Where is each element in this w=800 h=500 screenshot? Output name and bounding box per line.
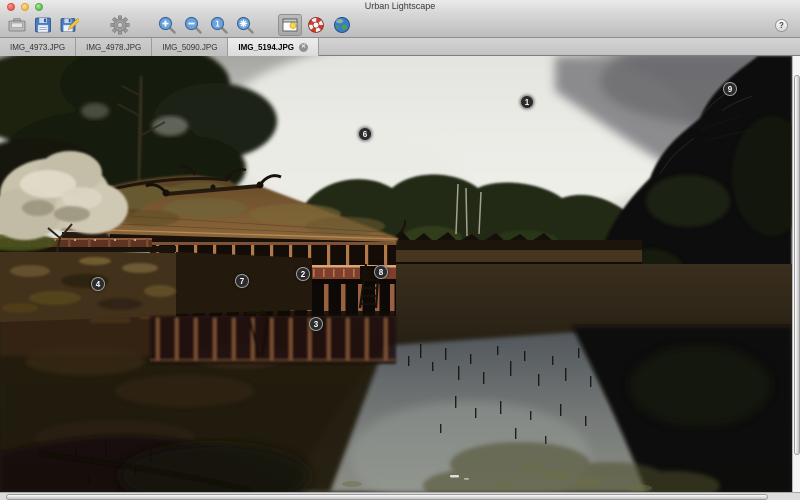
horizontal-scrollbar[interactable]	[0, 492, 800, 500]
tab-label: IMG_4973.JPG	[10, 39, 65, 56]
settings-button[interactable]	[108, 14, 132, 36]
zoom-in-button[interactable]	[155, 14, 179, 36]
zoom-fit-icon	[235, 15, 255, 35]
preview-toggle-button[interactable]	[278, 14, 302, 36]
website-button[interactable]	[330, 14, 354, 36]
settings-gear-icon	[110, 15, 130, 35]
zoom-actual-size-icon: 1	[209, 15, 229, 35]
tab-img_4973-jpg[interactable]: IMG_4973.JPG	[0, 38, 76, 56]
control-point-6[interactable]: 6	[358, 127, 372, 141]
zoom-window-button[interactable]	[35, 3, 43, 11]
minimize-window-button[interactable]	[21, 3, 29, 11]
control-point-4[interactable]: 4	[91, 277, 105, 291]
app-window: Urban Lightscape	[0, 0, 800, 500]
control-point-7[interactable]: 7	[235, 274, 249, 288]
title-bar: Urban Lightscape	[0, 0, 800, 13]
control-point-9[interactable]: 9	[723, 82, 737, 96]
tab-img_4978-jpg[interactable]: IMG_4978.JPG	[76, 38, 152, 56]
svg-text:1: 1	[215, 19, 220, 28]
save-as-icon	[59, 15, 79, 35]
help-button[interactable]	[304, 14, 328, 36]
save-button[interactable]	[31, 14, 55, 36]
save-as-button[interactable]	[57, 14, 81, 36]
toolbar: 1	[0, 13, 800, 38]
tab-img_5194-jpg[interactable]: IMG_5194.JPG ✕	[228, 38, 319, 56]
control-point-2[interactable]: 2	[296, 267, 310, 281]
image-canvas[interactable]: 1 2 3 4 6 7 8 9	[0, 56, 800, 492]
tab-img_5090-jpg[interactable]: IMG_5090.JPG	[152, 38, 228, 56]
tab-label: IMG_5194.JPG	[238, 39, 294, 56]
control-point-3[interactable]: 3	[309, 317, 323, 331]
open-icon	[7, 15, 27, 35]
window-title: Urban Lightscape	[0, 0, 800, 13]
traffic-lights	[7, 3, 43, 11]
photo-image	[0, 56, 792, 492]
control-point-1[interactable]: 1	[520, 95, 534, 109]
zoom-out-button[interactable]	[181, 14, 205, 36]
control-point-8[interactable]: 8	[374, 265, 388, 279]
vertical-scrollbar[interactable]	[792, 56, 800, 492]
website-globe-icon	[332, 15, 352, 35]
zoom-in-icon	[157, 15, 177, 35]
open-button[interactable]	[5, 14, 29, 36]
zoom-out-icon	[183, 15, 203, 35]
tab-close-icon[interactable]: ✕	[299, 43, 308, 52]
save-icon	[33, 15, 53, 35]
zoom-actual-size-button[interactable]: 1	[207, 14, 231, 36]
preview-toggle-icon	[280, 15, 300, 35]
tab-bar: IMG_4973.JPG IMG_4978.JPG IMG_5090.JPG IMG_…	[0, 38, 800, 56]
help-question-button[interactable]: ?	[775, 19, 788, 32]
vertical-scrollbar-thumb[interactable]	[794, 75, 800, 455]
horizontal-scrollbar-thumb[interactable]	[6, 494, 768, 500]
zoom-fit-button[interactable]	[233, 14, 257, 36]
tab-label: IMG_5090.JPG	[162, 39, 217, 56]
close-window-button[interactable]	[7, 3, 15, 11]
help-lifering-icon	[306, 15, 326, 35]
tab-label: IMG_4978.JPG	[86, 39, 141, 56]
